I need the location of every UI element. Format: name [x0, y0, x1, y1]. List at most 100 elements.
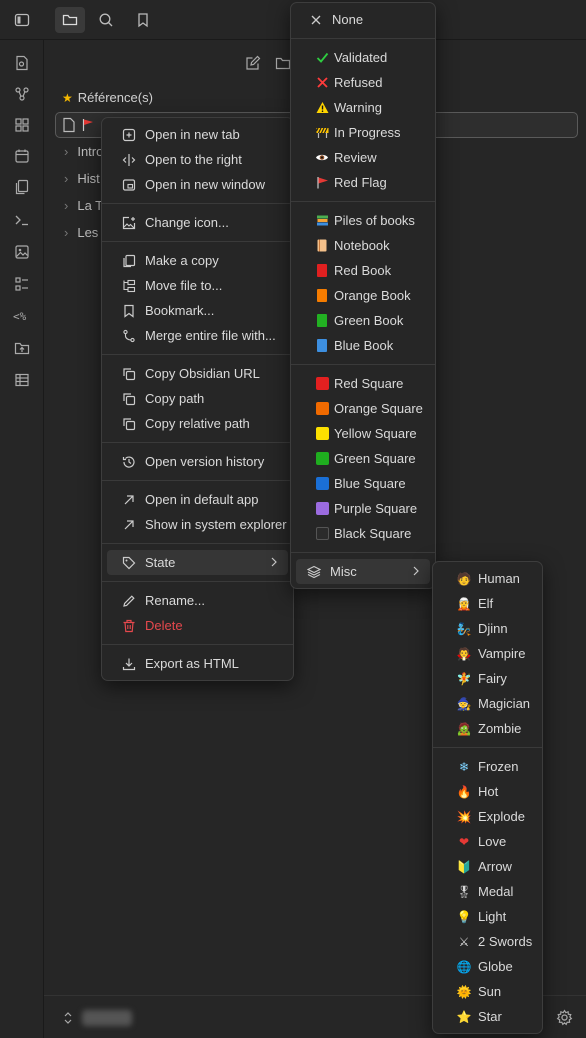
copy-file-icon: [121, 253, 137, 269]
misc-submenu-item[interactable]: Misc: [296, 559, 430, 584]
make-a-copy-item[interactable]: Make a copy: [107, 248, 288, 273]
external-arrow-icon: [121, 492, 137, 508]
state-blue-book-item[interactable]: Blue Book: [296, 333, 430, 358]
state-orange-book-item[interactable]: Orange Book: [296, 283, 430, 308]
folder-row[interactable]: › La T: [64, 194, 103, 218]
warning-icon: [314, 100, 330, 116]
copy-obsidian-url-item[interactable]: Copy Obsidian URL: [107, 361, 288, 386]
misc-magician-item[interactable]: 🧙 Magician: [438, 691, 537, 716]
folder-row[interactable]: › Les: [64, 221, 98, 245]
section-title: Référence(s): [77, 90, 153, 105]
folder-row[interactable]: › Intro: [64, 140, 103, 164]
state-orange-square-item[interactable]: Orange Square: [296, 396, 430, 421]
menu-separator: [433, 747, 542, 748]
state-green-book-item[interactable]: Green Book: [296, 308, 430, 333]
misc-elf-item[interactable]: 🧝 Elf: [438, 591, 537, 616]
move-file-to-item[interactable]: Move file to...: [107, 273, 288, 298]
black-square-icon: [314, 526, 330, 542]
misc-2-swords-item[interactable]: ⚔ 2 Swords: [438, 929, 537, 954]
misc-explode-item[interactable]: 💥 Explode: [438, 804, 537, 829]
state-red-book-item[interactable]: Red Book: [296, 258, 430, 283]
state-red-flag-item[interactable]: Red Flag: [296, 170, 430, 195]
template-code-icon[interactable]: <%: [11, 305, 33, 327]
open-file-search-icon[interactable]: [11, 52, 33, 74]
misc-star-item[interactable]: ⭐ Star: [438, 1004, 537, 1029]
history-icon: [121, 454, 137, 470]
open-to-the-right-item[interactable]: Open to the right: [107, 147, 288, 172]
calendar-icon[interactable]: [11, 145, 33, 167]
open-in-new-window-item[interactable]: Open in new window: [107, 172, 288, 197]
table-icon[interactable]: [11, 369, 33, 391]
misc-globe-item[interactable]: 🌐 Globe: [438, 954, 537, 979]
bookmarks-icon[interactable]: [130, 7, 156, 33]
open-in-default-app-item[interactable]: Open in default app: [107, 487, 288, 512]
copy-icon: [121, 416, 137, 432]
vault-name-blurred[interactable]: [82, 1010, 132, 1026]
misc-djinn-item[interactable]: 🧞 Djinn: [438, 616, 537, 641]
delete-item[interactable]: Delete: [107, 613, 288, 638]
purple-square-icon: [314, 501, 330, 517]
misc-hot-item[interactable]: 🔥 Hot: [438, 779, 537, 804]
open-in-new-tab-item[interactable]: Open in new tab: [107, 122, 288, 147]
misc-vampire-item[interactable]: 🧛 Vampire: [438, 641, 537, 666]
menu-separator: [102, 581, 293, 582]
image-icon[interactable]: [11, 241, 33, 263]
state-purple-square-item[interactable]: Purple Square: [296, 496, 430, 521]
sidebar-toggle-icon[interactable]: [9, 7, 35, 33]
state-refused-item[interactable]: Refused: [296, 70, 430, 95]
terminal-icon[interactable]: [11, 209, 33, 231]
state-red-square-item[interactable]: Red Square: [296, 371, 430, 396]
misc-fairy-item[interactable]: 🧚 Fairy: [438, 666, 537, 691]
canvas-grid-icon[interactable]: [11, 114, 33, 136]
chevron-updown-icon[interactable]: [62, 1010, 74, 1029]
state-yellow-square-item[interactable]: Yellow Square: [296, 421, 430, 446]
state-warning-item[interactable]: Warning: [296, 95, 430, 120]
files-tab-folder-icon[interactable]: [55, 7, 85, 33]
merge-file-item[interactable]: Merge entire file with...: [107, 323, 288, 348]
search-icon[interactable]: [93, 7, 119, 33]
snowflake-icon: ❄: [458, 759, 470, 774]
folder-row[interactable]: › Hist: [64, 167, 100, 191]
misc-sun-item[interactable]: 🌞 Sun: [438, 979, 537, 1004]
state-in-progress-item[interactable]: In Progress: [296, 120, 430, 145]
checklist-icon[interactable]: [11, 273, 33, 295]
crossed-swords-icon: ⚔: [458, 934, 470, 949]
medal-icon: 🎖: [456, 884, 472, 899]
copy-relative-path-item[interactable]: Copy relative path: [107, 411, 288, 436]
state-validated-item[interactable]: Validated: [296, 45, 430, 70]
new-note-icon[interactable]: [242, 52, 264, 74]
show-in-system-explorer-item[interactable]: Show in system explorer: [107, 512, 288, 537]
open-version-history-item[interactable]: Open version history: [107, 449, 288, 474]
misc-love-item[interactable]: ❤ Love: [438, 829, 537, 854]
copy-pages-icon[interactable]: [11, 176, 33, 198]
state-black-square-item[interactable]: Black Square: [296, 521, 430, 546]
state-blue-square-item[interactable]: Blue Square: [296, 471, 430, 496]
export-as-html-item[interactable]: Export as HTML: [107, 651, 288, 676]
state-submenu-item[interactable]: State: [107, 550, 288, 575]
settings-gear-icon[interactable]: [556, 1009, 573, 1029]
books-icon: [314, 213, 330, 229]
misc-arrow-item[interactable]: 🔰 Arrow: [438, 854, 537, 879]
misc-zombie-item[interactable]: 🧟 Zombie: [438, 716, 537, 741]
misc-light-item[interactable]: 💡 Light: [438, 904, 537, 929]
state-review-item[interactable]: Review: [296, 145, 430, 170]
misc-human-item[interactable]: 🧑 Human: [438, 566, 537, 591]
graph-icon[interactable]: [11, 83, 33, 105]
misc-frozen-item[interactable]: ❄ Frozen: [438, 754, 537, 779]
notebook-icon: [314, 238, 330, 254]
folder-upload-icon[interactable]: [11, 337, 33, 359]
globe-icon: 🌐: [456, 959, 472, 974]
state-none-item[interactable]: None: [296, 7, 430, 32]
rename-item[interactable]: Rename...: [107, 588, 288, 613]
state-piles-of-books-item[interactable]: Piles of books: [296, 208, 430, 233]
layers-icon: [306, 564, 322, 580]
change-icon-item[interactable]: Change icon...: [107, 210, 288, 235]
bookmark-section-row[interactable]: ★ Référence(s): [62, 86, 153, 110]
bookmark-item[interactable]: Bookmark...: [107, 298, 288, 323]
misc-medal-item[interactable]: 🎖 Medal: [438, 879, 537, 904]
green-square-icon: [314, 451, 330, 467]
tag-icon: [121, 555, 137, 571]
copy-path-item[interactable]: Copy path: [107, 386, 288, 411]
state-green-square-item[interactable]: Green Square: [296, 446, 430, 471]
state-notebook-item[interactable]: Notebook: [296, 233, 430, 258]
